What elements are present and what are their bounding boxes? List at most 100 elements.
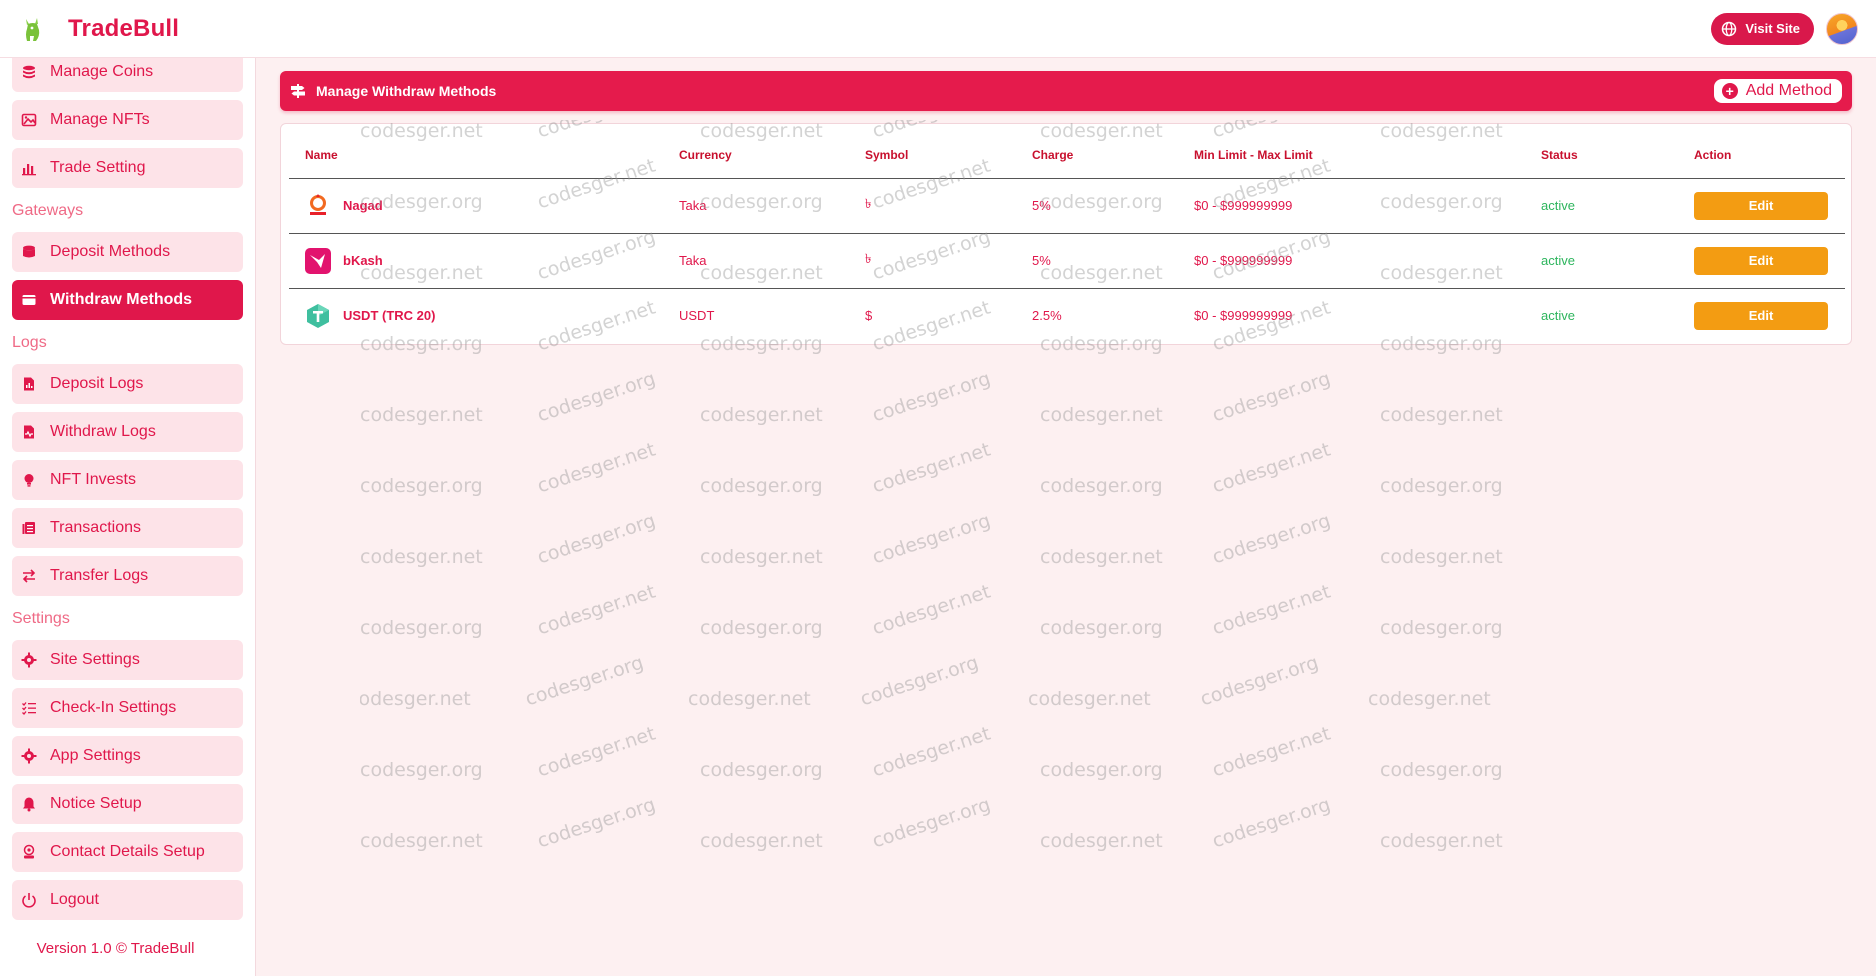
edit-button[interactable]: Edit [1694,191,1828,220]
contact-icon [20,843,38,861]
sidebar-item-site-settings[interactable]: Site Settings [12,640,243,680]
sidebar-item-deposit-methods[interactable]: Deposit Methods [12,232,243,272]
watermark-text: codesger.org [700,475,823,497]
brand[interactable]: TradeBull [18,14,179,44]
watermark-text: codesger.net [700,830,823,852]
watermark-text: codesger.org [869,509,994,569]
file-pulse-icon [20,423,38,441]
sidebar-item-manage-coins[interactable]: Manage Coins [12,52,243,92]
wallet-icon [20,291,38,309]
sidebar-item-check-in-settings[interactable]: Check-In Settings [12,688,243,728]
globe-icon [1722,21,1737,36]
watermark-text: codesger.net [1040,546,1163,568]
watermark-text: codesger.net [360,546,483,568]
column-header: Min Limit - Max Limit [1178,132,1525,179]
watermark-text: codesger.org [1040,475,1163,497]
watermark-text: codesger.org [869,367,994,427]
sidebar-item-transactions[interactable]: Transactions [12,508,243,548]
method-currency: Taka [663,178,849,234]
sidebar-item-app-settings[interactable]: App Settings [12,736,243,776]
method-name: Nagad [343,198,383,213]
watermark-text: codesger.net [1209,722,1334,782]
watermark-text: codesger.org [869,793,994,853]
watermark-text: codesger.net [700,404,823,426]
sidebar-item-manage-nfts[interactable]: Manage NFTs [12,100,243,140]
method-charge: 5% [1016,233,1178,289]
watermark-text: codesger.net [1040,830,1163,852]
method-currency: Taka [663,233,849,289]
sidebar-item-label: NFT Invests [50,471,136,488]
image-icon [20,111,38,129]
watermark-text: codesger.net [1380,830,1503,852]
app-name: TradeBull [68,14,180,42]
watermark-text: codesger.org [700,759,823,781]
column-header: Symbol [849,132,1016,179]
sidebar-item-notice-setup[interactable]: Notice Setup [12,784,243,824]
watermark-text: codesger.org [1380,759,1503,781]
watermark-text: codesger.org [534,509,659,569]
visit-site-button[interactable]: Visit Site [1711,12,1814,45]
column-header: Action [1678,132,1845,179]
watermark-text: codesger.net [534,722,659,782]
bkash-logo-icon [305,247,331,274]
watermark-text: codesger.org [360,475,483,497]
lightbulb-icon [20,471,38,489]
column-header: Charge [1016,132,1178,179]
method-symbol: ৳ [849,178,1016,234]
sidebar-item-deposit-logs[interactable]: Deposit Logs [12,364,243,404]
watermark-text: codesger.org [1209,793,1334,853]
sidebar-item-trade-setting[interactable]: Trade Setting [12,148,243,188]
table-row: bKash Taka ৳ 5% $0 - $999999999 active E… [289,233,1845,289]
user-avatar[interactable] [1826,12,1858,45]
watermark-text: codesger.net [1209,438,1334,498]
sidebar-item-label: Deposit Logs [50,375,144,392]
sidebar-item-label: Check-In Settings [50,699,177,716]
sidebar-item-withdraw-logs[interactable]: Withdraw Logs [12,412,243,452]
watermark-text: codesger.org [360,617,483,639]
main-content: Manage Withdraw Methods + Add Method Nam… [280,71,1852,345]
sidebar-item-label: Contact Details Setup [50,843,205,860]
file-chart-icon [20,375,38,393]
transfer-icon [20,567,38,585]
table-row: USDT (TRC 20) USDT $ 2.5% $0 - $99999999… [289,288,1845,343]
watermark-text: codesger.org [1040,617,1163,639]
watermark-text: codesger.org [360,759,483,781]
watermark-text: codesger.net [360,688,471,710]
watermark-text: codesger.net [688,688,811,710]
sidebar: Manage Coins Manage NFTs Trade Setting G… [0,52,256,976]
watermark-text: codesger.net [869,722,994,782]
status-badge: active [1541,198,1575,213]
signpost-icon [291,84,305,98]
methods-table: Name Currency Symbol Charge Min Limit - … [289,132,1845,343]
tether-logo-icon [305,303,331,329]
visit-site-label: Visit Site [1745,21,1800,36]
status-badge: active [1541,253,1575,268]
status-badge: active [1541,308,1575,324]
sidebar-item-withdraw-methods[interactable]: Withdraw Methods [12,280,243,320]
ledger-icon [20,519,38,537]
plus-icon: + [1721,83,1738,99]
watermark-text: codesger.org [700,617,823,639]
sidebar-item-transfer-logs[interactable]: Transfer Logs [12,556,243,596]
sidebar-item-label: Transfer Logs [50,567,149,584]
sidebar-item-logout[interactable]: Logout [12,880,243,920]
method-name: bKash [343,253,383,268]
gear-icon [20,747,38,765]
settings-heading: Settings [12,610,70,627]
watermark-text: codesger.org [1197,651,1322,711]
method-currency: USDT [679,308,715,324]
sidebar-item-contact-details-setup[interactable]: Contact Details Setup [12,832,243,872]
watermark-text: codesger.net [1209,580,1334,640]
edit-button[interactable]: Edit [1694,301,1828,330]
edit-button[interactable]: Edit [1694,246,1828,275]
watermark-text: codesger.org [1380,617,1503,639]
watermark-text: codesger.net [1380,546,1503,568]
power-icon [20,891,38,909]
method-limits: $0 - $999999999 [1194,308,1293,324]
watermark-text: codesger.org [1209,509,1334,569]
watermark-text: codesger.org [534,793,659,853]
column-header: Currency [663,132,849,179]
sidebar-item-nft-invests[interactable]: NFT Invests [12,460,243,500]
add-method-button[interactable]: + Add Method [1713,79,1842,103]
watermark-text: codesger.org [522,651,647,711]
